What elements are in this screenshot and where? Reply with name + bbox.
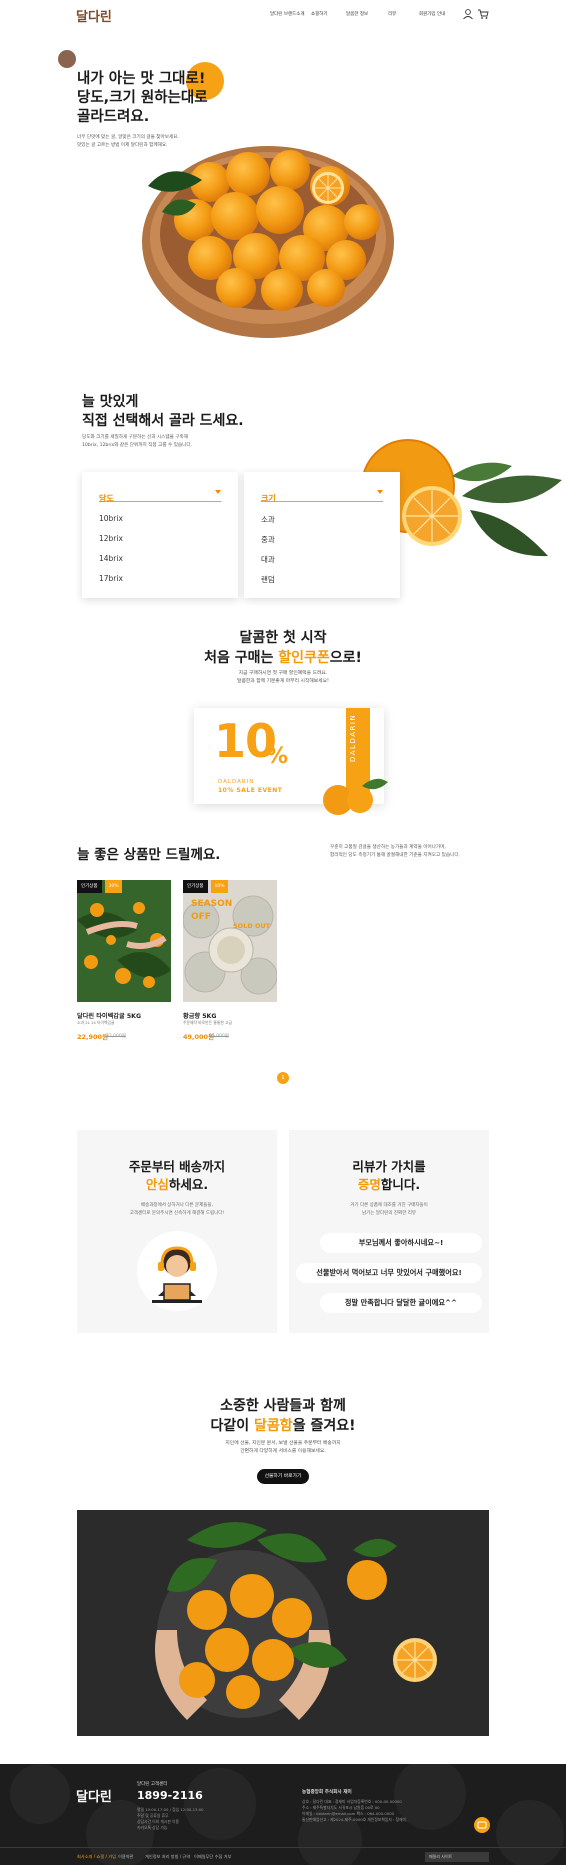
delivery-feature-box: 주문부터 배송까지 안심하세요. 배송과정에서 상하거나 다른 문제들을, 고객… xyxy=(77,1130,277,1333)
delivery-subtitle: 배송과정에서 상하거나 다른 문제들을, 고객센터로 문의주시면 신속하게 해결… xyxy=(129,1203,225,1216)
cart-icon[interactable] xyxy=(477,8,489,20)
product-meta: 주문제작 바로만든 통통한 고급 xyxy=(183,1020,233,1025)
sweetness-option[interactable]: 12brix xyxy=(99,534,123,543)
size-option[interactable]: 중과 xyxy=(261,534,275,545)
review-bubble: 선물받아서 먹어보고 너무 맛있어서 구매했어요! xyxy=(296,1263,482,1283)
nav-brand[interactable]: 달다린 브랜드소개 xyxy=(270,11,305,17)
customer-support-agent-icon xyxy=(137,1231,217,1311)
nav-info[interactable]: 달콤한 정보 xyxy=(346,11,368,17)
footer-link[interactable]: 개인정보 처리 방침 / 규약 xyxy=(145,1854,190,1860)
sweetness-label: 당도 xyxy=(99,494,114,503)
share-title: 소중한 사람들과 함께 다같이 달콤함을 즐겨요! xyxy=(210,1398,356,1434)
company-info: 상호 : 달다린 대표 : 정재미 사업자등록번호 : 000-00-00000… xyxy=(302,1799,407,1822)
product-image[interactable]: SEASON OFF SOLD OUT 인기상품 10% xyxy=(183,880,277,1002)
sweetness-selector[interactable]: 당도 10brix 12brix 14brix 17brix xyxy=(82,472,238,598)
company-title: 농협중앙회 주식회사 재미 xyxy=(302,1790,352,1795)
site-footer: 달다린 달다린 고객센터 1899-2116 평일 10:00-17:00 / … xyxy=(0,1764,566,1865)
product-badge: 인기상품 xyxy=(183,880,208,893)
delivery-title: 주문부터 배송까지 안심하세요. xyxy=(128,1159,226,1192)
size-selector[interactable]: 크기 소과 중과 대과 랜덤 xyxy=(244,472,400,598)
share-subtitle: 지인에 선물, 지인분 문서, 보낼 선물을 주문부터 배송까지 간편하게 다양… xyxy=(225,1441,341,1454)
sweetness-option[interactable]: 10brix xyxy=(99,514,123,523)
coupon-event: 10% SALE EVENT xyxy=(218,787,283,794)
cs-phone: 1899-2116 xyxy=(137,1789,203,1802)
hands-holding-tangerines-image xyxy=(77,1510,489,1736)
decorative-dot xyxy=(58,50,76,68)
product-price: 22,900원 xyxy=(77,1033,109,1041)
size-option[interactable]: 대과 xyxy=(261,554,275,565)
footer-link[interactable]: 회사소개 / 쇼핑 / 가입 xyxy=(77,1854,116,1860)
sold-out-label: SOLD OUT xyxy=(233,922,271,930)
sweetness-option[interactable]: 14brix xyxy=(99,554,123,563)
products-title: 늘 좋은 상품만 드릴께요. xyxy=(77,847,221,863)
user-icon[interactable] xyxy=(462,8,474,20)
product-badge: 인기상품 xyxy=(77,880,102,893)
product-name[interactable]: 달다린 타이벡감귤 5KG xyxy=(77,1011,141,1020)
product-old-price: 32,000원 xyxy=(106,1034,126,1039)
cs-label: 달다린 고객센터 xyxy=(137,1782,168,1787)
review-bubble: 부모님께서 좋아하시네요~! xyxy=(320,1233,482,1253)
sweetness-option[interactable]: 17brix xyxy=(99,574,123,583)
gift-button[interactable]: 선물하기 바로가기 xyxy=(257,1469,309,1484)
product-meta: 소과 2L 14 타이벡감귤 xyxy=(77,1020,115,1025)
discount-badge: 10% xyxy=(211,880,228,893)
basket-of-tangerines-image xyxy=(142,146,394,338)
footer-link[interactable]: 이용약관 xyxy=(118,1854,133,1860)
nav-shop[interactable]: 쇼핑하기 xyxy=(311,11,328,17)
tangerine-icon xyxy=(323,778,388,815)
product-name[interactable]: 황금향 5KG xyxy=(183,1011,216,1020)
size-option[interactable]: 소과 xyxy=(261,514,275,525)
footer-logo[interactable]: 달다린 xyxy=(76,1786,112,1805)
chevron-down-icon xyxy=(377,490,383,494)
chat-icon xyxy=(477,1821,487,1829)
nav-review[interactable]: 리뷰 xyxy=(388,11,396,17)
review-subtitle: 거기 다른 상품에 대조를 거친 구매자들이 남기는 달다린의 진짜한 리뷰 xyxy=(350,1203,428,1216)
sweetness-dropdown-header[interactable]: 당도 xyxy=(99,486,221,503)
hero-title: 내가 아는 맛 그대로! 당도,크기 원하는대로 골라드려요. xyxy=(77,71,208,125)
footer-bottom-bar: 회사소개 / 쇼핑 / 가입 이용약관 개인정보 처리 방침 / 규약 이메일무… xyxy=(0,1847,566,1865)
footer-link[interactable]: 이메일무단 수집 거부 xyxy=(194,1854,231,1860)
scroll-top-button[interactable] xyxy=(474,1817,490,1833)
products-description: 꾸준히 고품질 감귤을 생산하는 농가들과 계약을 이어나가며, 합리적인 당도… xyxy=(330,845,461,858)
size-dropdown-header[interactable]: 크기 xyxy=(261,486,383,503)
selection-title: 늘 맛있게 직접 선택해서 골라 드세요. xyxy=(82,394,244,429)
coupon-percent-sign: % xyxy=(266,744,289,769)
coupon-brand: DALDARIN xyxy=(218,779,255,785)
size-option[interactable]: 랜덤 xyxy=(261,574,275,585)
site-logo[interactable]: 달다린 xyxy=(76,6,112,25)
review-bubble: 정말 만족합니다 달달한 귤이에요^^ xyxy=(320,1293,482,1313)
chevron-down-icon xyxy=(215,490,221,494)
nav-signup[interactable]: 회원가입 안내 xyxy=(419,11,445,17)
selection-subtitle: 당도와 크기를 세밀하게 구분하는 선과 시스템을 구축해 10brix, 12… xyxy=(82,435,193,448)
size-label: 크기 xyxy=(261,494,276,503)
review-title: 리뷰가 가치를 증명합니다. xyxy=(352,1159,426,1192)
coupon-subtitle: 지금 구매하시면 첫 구매 할인혜택을 드려요. 달콤한과 함께 기분좋게 마무… xyxy=(237,671,329,684)
product-image[interactable]: 인기상품 30% xyxy=(77,880,171,1002)
cs-hours: 평일 10:00-17:00 / 점심 12:00-13:00 주말 및 공휴일… xyxy=(137,1807,204,1830)
coupon-title: 달콤한 첫 시작 처음 구매는 할인쿠폰으로! xyxy=(204,630,362,666)
season-off-label: SEASON OFF xyxy=(191,899,233,922)
pagination-dot[interactable]: 1 xyxy=(277,1072,289,1084)
family-site-select[interactable]: 패밀리 사이트 xyxy=(425,1852,489,1862)
discount-badge: 30% xyxy=(105,880,122,893)
product-old-price: 55,000원 xyxy=(209,1034,229,1039)
site-header: 달다린 달다린 브랜드소개 쇼핑하기 달콤한 정보 리뷰 회원가입 안내 xyxy=(0,0,566,28)
